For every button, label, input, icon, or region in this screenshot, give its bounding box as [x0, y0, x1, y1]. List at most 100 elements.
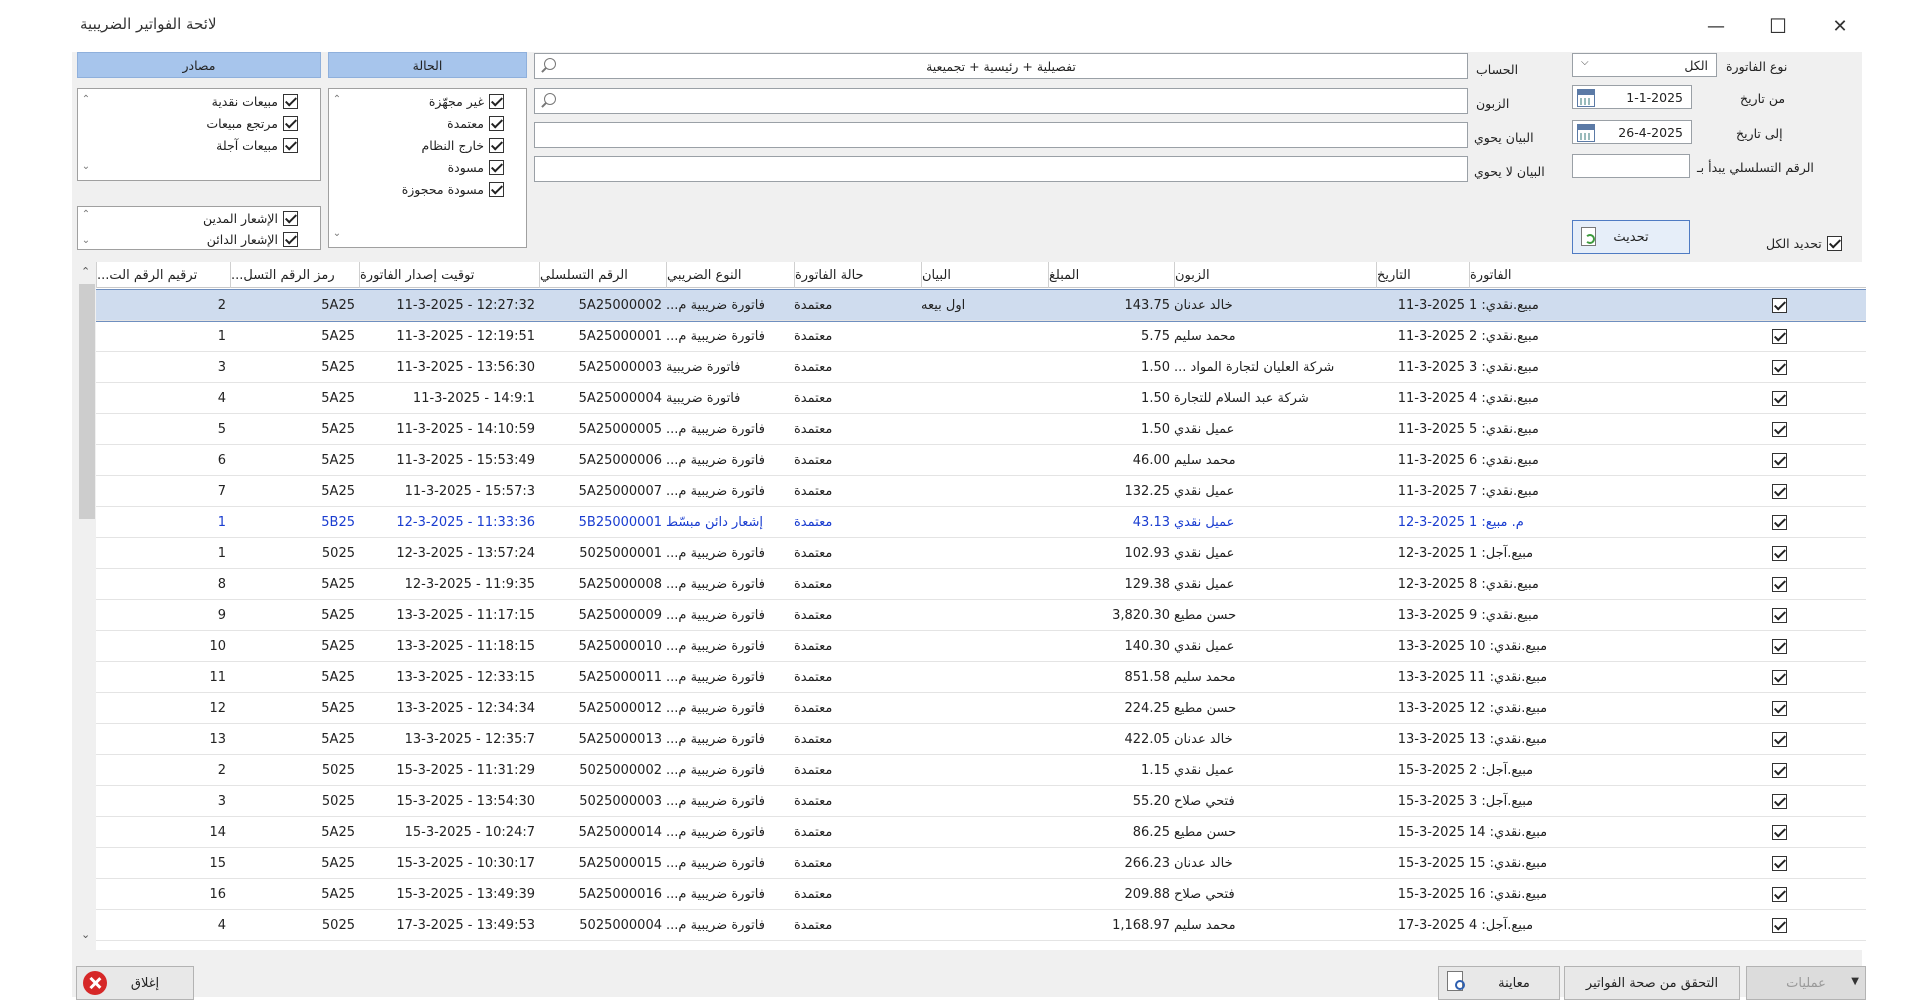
scroll-down-icon[interactable]: ⌄ — [81, 236, 91, 246]
checkbox[interactable] — [489, 93, 504, 109]
col-serial-number[interactable]: ترقيم الرقم الت... — [96, 262, 230, 288]
col-tax-type[interactable]: النوع الضريبي — [666, 262, 794, 288]
minimize-icon[interactable]: — — [1696, 12, 1736, 40]
table-row[interactable]: مبيع.آجل: 3 15-3-2025 فتحي صلاح 55.20 معتمدة… — [96, 786, 1866, 817]
scroll-down-icon[interactable]: ⌄ — [81, 928, 90, 941]
checkbox[interactable] — [1771, 298, 1787, 313]
source-item[interactable]: مبيعات نقدية — [212, 91, 298, 111]
checkbox[interactable] — [1771, 918, 1787, 933]
checkbox[interactable] — [489, 115, 504, 131]
col-status[interactable]: حالة الفاتورة — [794, 262, 921, 288]
row-checkbox-cell[interactable] — [1736, 755, 1826, 786]
status-item[interactable]: غير مجهّزة — [429, 91, 504, 111]
table-row[interactable]: مبيع.نقدي: 14 15-3-2025 حسن مطيع 86.25 معتمد… — [96, 817, 1866, 848]
checkbox[interactable] — [283, 210, 298, 226]
table-row[interactable]: مبيع.آجل: 1 12-3-2025 عميل نقدي 102.93 معتمد… — [96, 538, 1866, 569]
checkbox[interactable] — [1771, 546, 1787, 561]
checkbox[interactable] — [1826, 236, 1842, 251]
select-all-checkbox[interactable]: تحديد الكل — [1766, 236, 1842, 251]
checkbox[interactable] — [1771, 360, 1787, 375]
notice-item[interactable]: الإشعار الدائن — [207, 229, 298, 249]
calendar-icon[interactable] — [1577, 89, 1595, 107]
invoice-type-select[interactable]: الكل ⌵ — [1572, 53, 1717, 77]
table-row[interactable]: مبيع.نقدي: 15 15-3-2025 خالد عدنان 266.23 مع… — [96, 848, 1866, 879]
col-serial[interactable]: الرقم التسلسلي — [539, 262, 666, 288]
checkbox[interactable] — [1771, 422, 1787, 437]
table-row[interactable]: م. مبيع: 1 12-3-2025 عميل نقدي 43.13 معتمدة إ… — [96, 507, 1866, 538]
row-checkbox-cell[interactable] — [1736, 600, 1826, 631]
notice-listbox[interactable]: ⌃ ⌄ الإشعار المدين الإشعار الدائن — [77, 206, 321, 250]
checkbox[interactable] — [1771, 484, 1787, 499]
row-checkbox-cell[interactable] — [1736, 662, 1826, 693]
table-row[interactable]: مبيع.نقدي: 1 11-3-2025 خالد عدنان 143.75 اول… — [96, 289, 1866, 322]
row-checkbox-cell[interactable] — [1736, 383, 1826, 414]
close-button[interactable]: إغلاق — [76, 966, 194, 1000]
col-description[interactable]: البيان — [921, 262, 1048, 288]
table-row[interactable]: مبيع.نقدي: 13 13-3-2025 خالد عدنان 422.05 مع… — [96, 724, 1866, 755]
checkbox[interactable] — [1771, 391, 1787, 406]
checkbox[interactable] — [283, 231, 298, 247]
table-row[interactable]: مبيع.نقدي: 7 11-3-2025 عميل نقدي 132.25 معتم… — [96, 476, 1866, 507]
checkbox[interactable] — [489, 137, 504, 153]
col-issue-time[interactable]: توقيت إصدار الفاتورة — [359, 262, 539, 288]
sources-listbox[interactable]: ⌃ ⌄ مبيعات نقدية مرتجع مبيعات مبيعات آجل… — [77, 88, 321, 181]
col-customer[interactable]: الزبون — [1174, 262, 1376, 288]
checkbox[interactable] — [1771, 701, 1787, 716]
sources-scrollbar[interactable]: ⌃ ⌄ — [78, 89, 96, 180]
table-row[interactable]: مبيع.نقدي: 9 13-3-2025 حسن مطيع 3,820.30 معت… — [96, 600, 1866, 631]
checkbox[interactable] — [1771, 670, 1787, 685]
row-checkbox-cell[interactable] — [1736, 910, 1826, 941]
close-window-icon[interactable]: ✕ — [1820, 12, 1860, 40]
row-checkbox-cell[interactable] — [1736, 352, 1826, 383]
checkbox[interactable] — [283, 137, 298, 153]
checkbox[interactable] — [1771, 608, 1787, 623]
operations-button[interactable]: عمليات ▼ — [1746, 966, 1866, 1000]
row-checkbox-cell[interactable] — [1736, 817, 1826, 848]
col-amount[interactable]: المبلغ — [1048, 262, 1174, 288]
search-icon[interactable] — [539, 57, 557, 75]
notice-scrollbar[interactable]: ⌃ ⌄ — [78, 207, 96, 249]
search-icon[interactable] — [539, 92, 557, 110]
table-row[interactable]: مبيع.نقدي: 2 11-3-2025 محمد سليم 5.75 معتمدة… — [96, 321, 1866, 352]
checkbox[interactable] — [489, 159, 504, 175]
status-item[interactable]: مسودة — [448, 157, 504, 177]
customer-field[interactable] — [534, 88, 1468, 114]
status-item[interactable]: مسودة محجوزة — [402, 179, 504, 199]
verify-invoices-button[interactable]: التحقق من صحة الفواتير — [1564, 966, 1740, 1000]
scroll-thumb[interactable] — [79, 284, 95, 519]
from-date-field[interactable]: 1-1-2025 — [1572, 85, 1692, 109]
checkbox[interactable] — [1771, 639, 1787, 654]
row-checkbox-cell[interactable] — [1736, 569, 1826, 600]
row-checkbox-cell[interactable] — [1736, 693, 1826, 724]
to-date-field[interactable]: 26-4-2025 — [1572, 120, 1692, 144]
account-field[interactable]: تفصيلية + رئيسية + تجميعية — [534, 53, 1468, 79]
source-item[interactable]: مرتجع مبيعات — [206, 113, 298, 133]
scroll-up-icon[interactable]: ⌃ — [81, 265, 90, 278]
source-item[interactable]: مبيعات آجلة — [216, 135, 298, 155]
status-listbox[interactable]: ⌃ ⌄ غير مجهّزة معتمدة خارج النظام مسودة … — [328, 88, 527, 248]
checkbox[interactable] — [1771, 577, 1787, 592]
table-row[interactable]: مبيع.نقدي: 8 12-3-2025 عميل نقدي 129.38 معتم… — [96, 569, 1866, 600]
table-row[interactable]: مبيع.نقدي: 3 11-3-2025 شركة العليان لتجارة… — [96, 352, 1866, 383]
scroll-up-icon[interactable]: ⌃ — [81, 95, 91, 105]
col-invoice[interactable]: الفاتورة — [1469, 262, 1736, 288]
row-checkbox-cell[interactable] — [1736, 414, 1826, 445]
table-row[interactable]: مبيع.نقدي: 5 11-3-2025 عميل نقدي 1.50 معتمدة… — [96, 414, 1866, 445]
table-row[interactable]: مبيع.نقدي: 11 13-3-2025 محمد سليم 851.58 معت… — [96, 662, 1866, 693]
contains-field[interactable] — [534, 122, 1468, 148]
status-item[interactable]: معتمدة — [447, 113, 504, 133]
col-serial-code[interactable]: رمز الرقم التسل... — [230, 262, 359, 288]
checkbox[interactable] — [1771, 329, 1787, 344]
status-scrollbar[interactable]: ⌃ ⌄ — [329, 89, 347, 247]
row-checkbox-cell[interactable] — [1736, 786, 1826, 817]
row-checkbox-cell[interactable] — [1736, 445, 1826, 476]
row-checkbox-cell[interactable] — [1736, 724, 1826, 755]
checkbox[interactable] — [489, 181, 504, 197]
serial-starts-field[interactable] — [1572, 154, 1690, 178]
scroll-down-icon[interactable]: ⌄ — [81, 162, 91, 172]
checkbox[interactable] — [1771, 732, 1787, 747]
checkbox[interactable] — [1771, 763, 1787, 778]
checkbox[interactable] — [283, 93, 298, 109]
preview-button[interactable]: معاينة — [1438, 966, 1560, 1000]
row-checkbox-cell[interactable] — [1736, 507, 1826, 538]
